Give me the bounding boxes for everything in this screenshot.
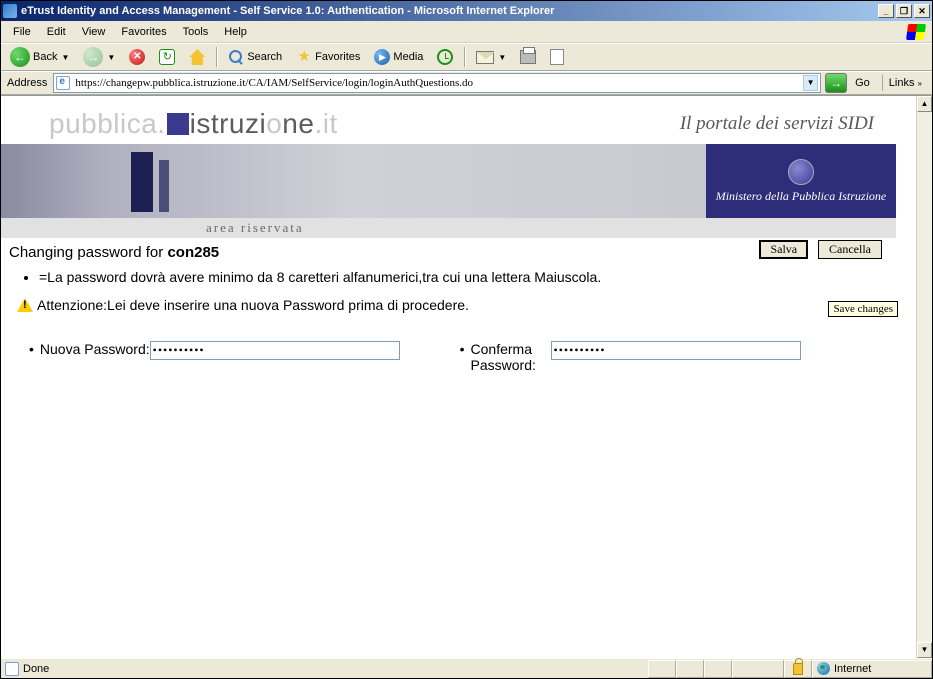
banner-ministry: Ministero della Pubblica Istruzione xyxy=(706,144,896,218)
address-dropdown[interactable]: ▼ xyxy=(803,75,818,91)
status-cell-3 xyxy=(704,660,732,678)
banner-top: pubblica.istruzione.it Il portale dei se… xyxy=(1,96,896,144)
refresh-button[interactable]: ↻ xyxy=(154,46,180,68)
ie-icon xyxy=(3,4,17,18)
status-text: Done xyxy=(23,663,49,675)
search-icon xyxy=(228,49,244,65)
address-label: Address xyxy=(5,77,49,89)
chevron-down-icon: ▼ xyxy=(498,53,506,62)
search-button[interactable]: Search xyxy=(223,46,287,68)
favorites-label: Favorites xyxy=(315,51,360,63)
main-content: Salva Cancella Changing password for con… xyxy=(1,238,896,377)
print-button[interactable] xyxy=(515,47,541,67)
page-icon xyxy=(5,662,19,676)
status-cell-2 xyxy=(676,660,704,678)
media-icon: ▶ xyxy=(374,49,390,65)
ssl-pane xyxy=(784,660,812,678)
warning-text: Attenzione:Lei deve inserire una nuova P… xyxy=(37,297,469,313)
zone-text: Internet xyxy=(834,663,871,675)
back-button[interactable]: ← Back ▼ xyxy=(5,44,74,70)
history-icon xyxy=(437,49,453,65)
page-viewport: pubblica.istruzione.it Il portale dei se… xyxy=(1,95,932,658)
warning-icon xyxy=(17,298,33,312)
portal-tagline: Il portale dei servizi SIDI xyxy=(680,113,874,135)
toolbar: ← Back ▼ → ▼ ✕ ↻ Search ★ Favorites ▶ Me… xyxy=(1,43,932,71)
confirm-password-label: Conferma Password: xyxy=(471,341,551,373)
chevron-down-icon: ▼ xyxy=(107,53,115,62)
edit-icon xyxy=(550,49,564,65)
scroll-up-button[interactable]: ▲ xyxy=(917,96,932,112)
menu-help[interactable]: Help xyxy=(216,24,255,40)
confirm-password-input[interactable] xyxy=(551,341,801,360)
site-logo: pubblica.istruzione.it xyxy=(49,108,338,140)
stop-button[interactable]: ✕ xyxy=(124,46,150,68)
statusbar: Done Internet xyxy=(1,658,932,678)
back-label: Back xyxy=(33,51,57,63)
cancel-button[interactable]: Cancella xyxy=(818,240,882,259)
print-icon xyxy=(520,50,536,64)
address-input[interactable] xyxy=(73,76,803,90)
lock-icon xyxy=(793,663,803,675)
save-button[interactable]: Salva xyxy=(759,240,808,259)
username: con285 xyxy=(167,244,219,261)
heading-prefix: Changing password for xyxy=(9,244,167,261)
menu-tools[interactable]: Tools xyxy=(175,24,217,40)
stop-icon: ✕ xyxy=(129,49,145,65)
chevron-down-icon: ▼ xyxy=(61,53,69,62)
go-button[interactable]: → xyxy=(825,73,847,93)
new-password-group: • Nuova Password: xyxy=(9,341,400,373)
star-icon: ★ xyxy=(296,49,312,65)
menu-file[interactable]: File xyxy=(5,24,39,40)
status-cell-1 xyxy=(648,660,676,678)
scroll-track[interactable] xyxy=(917,112,932,642)
window-titlebar: eTrust Identity and Access Management - … xyxy=(1,1,932,21)
search-label: Search xyxy=(247,51,282,63)
status-pane: Done xyxy=(1,660,648,678)
favorites-button[interactable]: ★ Favorites xyxy=(291,46,365,68)
links-button[interactable]: Links » xyxy=(882,75,928,91)
forward-button[interactable]: → ▼ xyxy=(78,44,120,70)
page-icon xyxy=(56,76,70,90)
logo-box-icon xyxy=(167,113,189,135)
go-label: Go xyxy=(851,77,874,89)
media-label: Media xyxy=(393,51,423,63)
edit-button[interactable] xyxy=(545,46,569,68)
window-title: eTrust Identity and Access Management - … xyxy=(21,5,876,17)
password-rule: =La password dovrà avere minimo da 8 car… xyxy=(39,269,888,285)
ministry-text: Ministero della Pubblica Istruzione xyxy=(716,189,887,204)
vertical-scrollbar[interactable]: ▲ ▼ xyxy=(916,96,932,658)
status-cell-4 xyxy=(732,660,784,678)
confirm-password-group: • Conferma Password: xyxy=(440,341,801,373)
address-combo[interactable]: ▼ xyxy=(53,73,821,93)
emblem-icon xyxy=(788,159,814,185)
back-icon: ← xyxy=(10,47,30,67)
home-icon xyxy=(189,49,205,65)
scroll-down-button[interactable]: ▼ xyxy=(917,642,932,658)
menu-edit[interactable]: Edit xyxy=(39,24,74,40)
addressbar: Address ▼ → Go Links » xyxy=(1,71,932,95)
minimize-button[interactable]: _ xyxy=(878,4,894,18)
refresh-icon: ↻ xyxy=(159,49,175,65)
globe-icon xyxy=(817,662,830,675)
banner-image xyxy=(1,144,706,218)
new-password-label: Nuova Password: xyxy=(40,341,150,373)
menubar: File Edit View Favorites Tools Help xyxy=(1,21,932,43)
save-tooltip: Save changes xyxy=(828,301,898,317)
close-button[interactable]: ✕ xyxy=(914,4,930,18)
zone-pane: Internet xyxy=(812,660,932,678)
menu-favorites[interactable]: Favorites xyxy=(113,24,174,40)
media-button[interactable]: ▶ Media xyxy=(369,46,428,68)
home-button[interactable] xyxy=(184,46,210,68)
forward-icon: → xyxy=(83,47,103,67)
menu-view[interactable]: View xyxy=(74,24,114,40)
windows-flag-icon xyxy=(904,22,928,42)
warning-line: Attenzione:Lei deve inserire una nuova P… xyxy=(17,297,888,313)
area-bar: area riservata xyxy=(1,218,896,238)
mail-button[interactable]: ▼ xyxy=(471,48,511,67)
mail-icon xyxy=(476,51,494,64)
history-button[interactable] xyxy=(432,46,458,68)
restore-button[interactable]: ❐ xyxy=(896,4,912,18)
banner-main: Ministero della Pubblica Istruzione xyxy=(1,144,896,218)
new-password-input[interactable] xyxy=(150,341,400,360)
